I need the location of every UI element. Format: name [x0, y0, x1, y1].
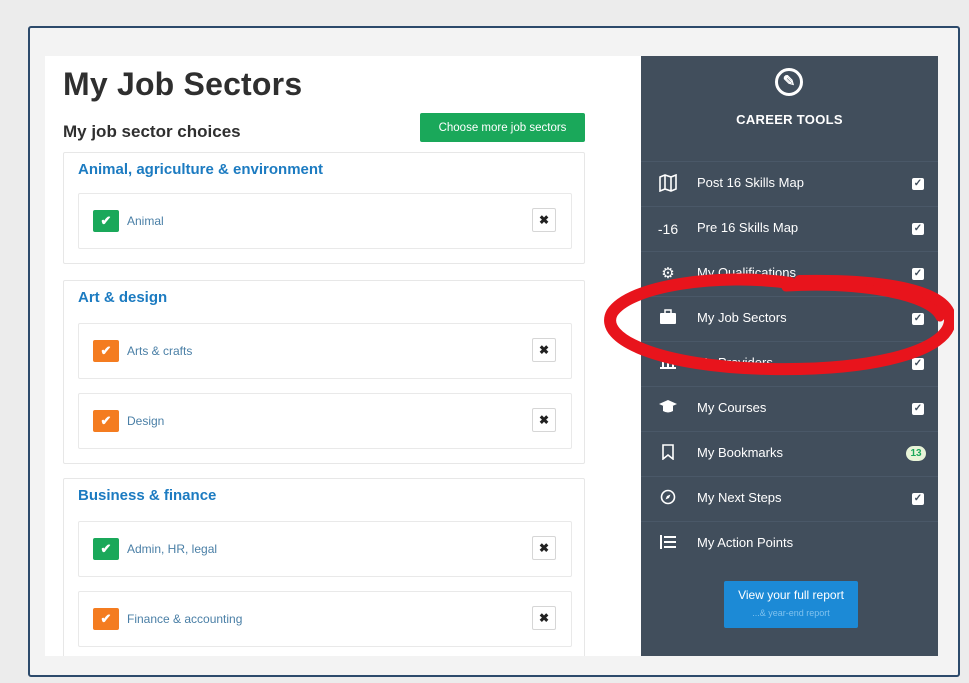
sector-label[interactable]: Animal [127, 214, 164, 228]
sidebar-title: CAREER TOOLS [736, 112, 843, 127]
sidebar-item-my-providers[interactable]: My Providers ✓ [641, 341, 938, 385]
sidebar-item-pre16-skills-map[interactable]: -16 Pre 16 Skills Map ✓ [641, 206, 938, 250]
bookmark-count-badge: 13 [906, 446, 926, 461]
sidebar-item-label: My Next Steps [697, 490, 782, 505]
remove-sector-button[interactable]: ✖ [532, 536, 556, 560]
briefcase-icon [655, 309, 681, 329]
main-panel: My Job Sectors My job sector choices Cho… [45, 56, 641, 656]
bookmark-icon [655, 444, 681, 464]
sector-item: ✔ Animal ✖ [78, 193, 572, 249]
sidebar-item-label: My Providers [697, 355, 773, 370]
page-title: My Job Sectors [63, 66, 303, 102]
sector-item: ✔ Design ✖ [78, 393, 572, 449]
remove-sector-button[interactable]: ✖ [532, 408, 556, 432]
checkbox-checked-icon: ✓ [912, 493, 924, 505]
sidebar-item-my-courses[interactable]: My Courses ✓ [641, 386, 938, 430]
category-title[interactable]: Animal, agriculture & environment [78, 161, 323, 178]
sidebar-item-label: Pre 16 Skills Map [697, 220, 799, 235]
sidebar-item-label: My Bookmarks [697, 445, 783, 460]
sector-label[interactable]: Design [127, 414, 164, 428]
sector-category-card: Art & design ✔ Arts & crafts ✖ ✔ Design … [63, 280, 585, 464]
sidebar-item-my-next-steps[interactable]: My Next Steps ✓ [641, 476, 938, 520]
remove-sector-button[interactable]: ✖ [532, 208, 556, 232]
sidebar-item-label: My Action Points [697, 535, 794, 550]
sector-item: ✔ Arts & crafts ✖ [78, 323, 572, 379]
graduation-cap-icon [655, 399, 681, 419]
category-title[interactable]: Art & design [78, 289, 167, 306]
check-icon: ✔ [93, 210, 119, 232]
checkbox-checked-icon: ✓ [912, 268, 924, 280]
list-icon [655, 534, 681, 554]
check-icon: ✔ [93, 608, 119, 630]
sidebar-item-label: Post 16 Skills Map [697, 175, 804, 190]
sector-item: ✔ Admin, HR, legal ✖ [78, 521, 572, 577]
sidebar-item-label: My Courses [697, 400, 767, 415]
view-full-report-button[interactable]: View your full report ...& year-end repo… [724, 581, 858, 628]
sector-item: ✔ Finance & accounting ✖ [78, 591, 572, 647]
checkbox-checked-icon: ✓ [912, 178, 924, 190]
sidebar-item-my-qualifications[interactable]: ⚙ My Qualifications ✓ [641, 251, 938, 295]
checkbox-checked-icon: ✓ [912, 313, 924, 325]
sector-category-card: Business & finance ✔ Admin, HR, legal ✖ … [63, 478, 585, 656]
sector-label[interactable]: Admin, HR, legal [127, 542, 217, 556]
sector-label[interactable]: Arts & crafts [127, 344, 192, 358]
sector-category-card: Animal, agriculture & environment ✔ Anim… [63, 152, 585, 264]
map-icon [655, 173, 681, 194]
sector-label[interactable]: Finance & accounting [127, 612, 242, 626]
gear-icon: ⚙ [661, 265, 675, 282]
pencil-icon: ✎ [775, 68, 803, 96]
career-tools-sidebar: ✎ CAREER TOOLS Post 16 Skills Map ✓ -16 … [641, 56, 938, 656]
remove-sector-button[interactable]: ✖ [532, 338, 556, 362]
sidebar-item-my-bookmarks[interactable]: My Bookmarks 13 [641, 431, 938, 475]
check-icon: ✔ [93, 538, 119, 560]
check-icon: ✔ [93, 340, 119, 362]
pre16-icon: -16 [657, 221, 679, 237]
sidebar-item-my-action-points[interactable]: My Action Points [641, 521, 938, 565]
report-button-sublabel: ...& year-end report [752, 608, 830, 618]
choose-more-sectors-button[interactable]: Choose more job sectors [420, 113, 585, 142]
category-title[interactable]: Business & finance [78, 487, 216, 504]
compass-icon [655, 489, 681, 509]
report-button-label: View your full report [738, 588, 844, 602]
remove-sector-button[interactable]: ✖ [532, 606, 556, 630]
sidebar-item-label: My Job Sectors [697, 310, 787, 325]
sidebar-item-label: My Qualifications [697, 265, 796, 280]
checkbox-checked-icon: ✓ [912, 358, 924, 370]
check-icon: ✔ [93, 410, 119, 432]
sidebar-item-my-job-sectors[interactable]: My Job Sectors ✓ [641, 296, 938, 340]
section-subtitle: My job sector choices [63, 122, 241, 141]
checkbox-checked-icon: ✓ [912, 403, 924, 415]
building-icon [655, 354, 681, 374]
checkbox-checked-icon: ✓ [912, 223, 924, 235]
sidebar-item-post16-skills-map[interactable]: Post 16 Skills Map ✓ [641, 161, 938, 205]
